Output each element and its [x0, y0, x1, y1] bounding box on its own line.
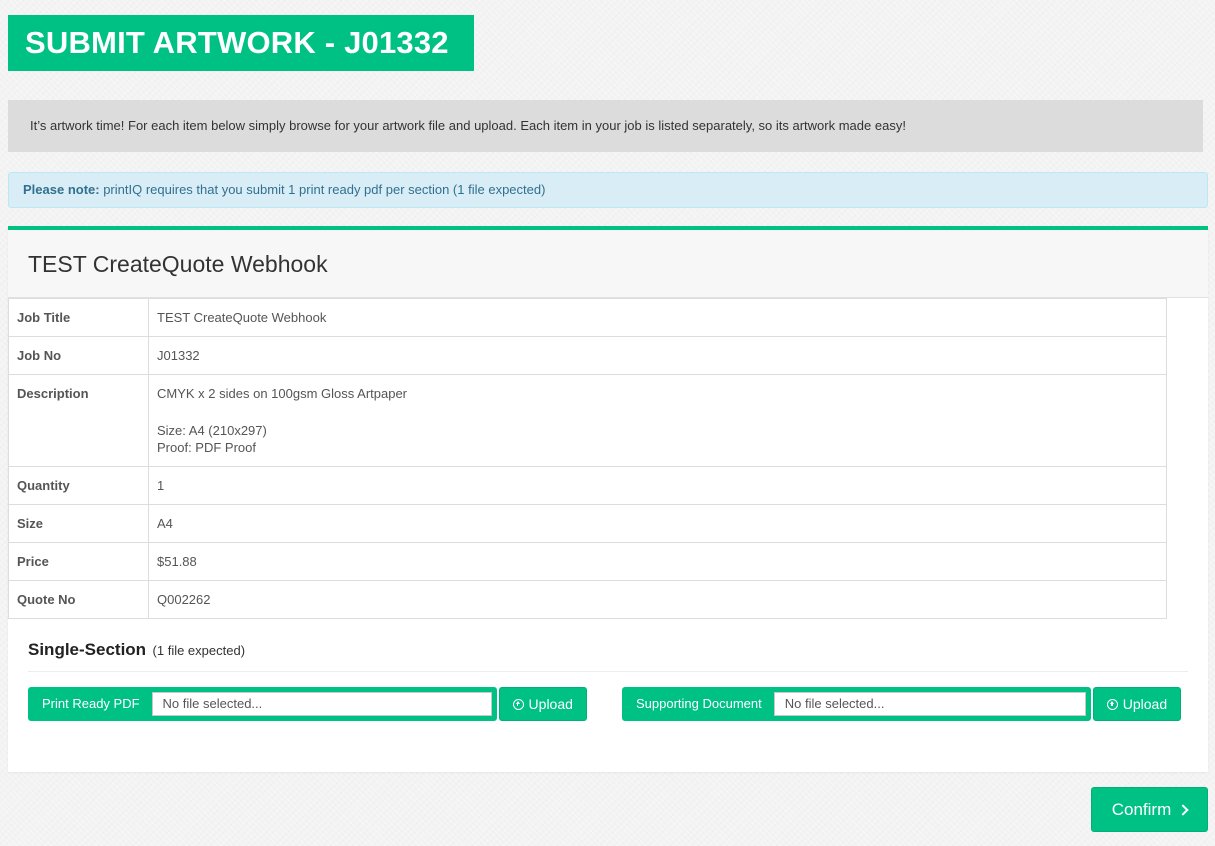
upload-button-label: Upload	[1122, 696, 1168, 712]
panel-heading: TEST CreateQuote Webhook	[8, 230, 1208, 298]
upload-icon	[512, 698, 524, 710]
table-row: Job Title TEST CreateQuote Webhook	[8, 298, 1167, 337]
confirm-button[interactable]: Confirm	[1091, 787, 1208, 832]
description-value: CMYK x 2 sides on 100gsm Gloss Artpaper …	[148, 374, 1167, 467]
job-no-label: Job No	[8, 336, 149, 375]
table-row: Price $51.88	[8, 542, 1167, 581]
quote-no-label: Quote No	[8, 580, 149, 619]
table-row: Quantity 1	[8, 466, 1167, 505]
print-ready-upload-button[interactable]: Upload	[498, 687, 587, 721]
note-text: printIQ requires that you submit 1 print…	[99, 182, 546, 197]
job-title-label: Job Title	[8, 298, 149, 337]
note-label: Please note:	[23, 182, 100, 197]
note-alert: Please note: printIQ requires that you s…	[8, 172, 1208, 208]
quantity-value: 1	[148, 466, 1167, 505]
price-value: $51.88	[148, 542, 1167, 581]
print-ready-label: Print Ready PDF	[30, 689, 152, 719]
table-row: Job No J01332	[8, 336, 1167, 375]
description-line: Proof: PDF Proof	[157, 440, 256, 455]
description-label: Description	[8, 374, 149, 467]
chevron-right-icon	[1177, 804, 1189, 816]
section-header: Single-Section (1 file expected)	[28, 640, 1188, 672]
job-details-table: Job Title TEST CreateQuote Webhook Job N…	[8, 298, 1167, 619]
table-row: Quote No Q002262	[8, 580, 1167, 619]
job-panel: TEST CreateQuote Webhook Job Title TEST …	[8, 226, 1208, 772]
supporting-upload-button[interactable]: Upload	[1092, 687, 1182, 721]
description-line: CMYK x 2 sides on 100gsm Gloss Artpaper	[157, 386, 408, 401]
table-row: Size A4	[8, 504, 1167, 543]
upload-button-label: Upload	[528, 696, 573, 712]
job-title-value: TEST CreateQuote Webhook	[148, 298, 1167, 337]
size-label: Size	[8, 504, 149, 543]
quantity-label: Quantity	[8, 466, 149, 505]
description-line: Size: A4 (210x297)	[157, 423, 267, 438]
supporting-file-picker[interactable]: Supporting Document No file selected...	[622, 687, 1091, 721]
job-no-value: J01332	[148, 336, 1167, 375]
section-subtitle: (1 file expected)	[152, 643, 246, 658]
size-value: A4	[148, 504, 1167, 543]
upload-icon	[1106, 698, 1118, 710]
supporting-upload-group: Supporting Document No file selected... …	[622, 687, 1182, 721]
print-ready-file-input[interactable]: No file selected...	[151, 692, 492, 716]
price-label: Price	[8, 542, 149, 581]
page-title: SUBMIT ARTWORK - J01332	[8, 15, 474, 71]
quote-no-value: Q002262	[148, 580, 1167, 619]
table-row: Description CMYK x 2 sides on 100gsm Glo…	[8, 374, 1167, 467]
intro-banner: It’s artwork time! For each item below s…	[8, 100, 1203, 152]
print-ready-file-picker[interactable]: Print Ready PDF No file selected...	[28, 687, 497, 721]
print-ready-upload-group: Print Ready PDF No file selected... Uplo…	[28, 687, 587, 721]
supporting-label: Supporting Document	[624, 689, 774, 719]
supporting-file-input[interactable]: No file selected...	[773, 692, 1086, 716]
section-title: Single-Section	[28, 640, 147, 659]
confirm-label: Confirm	[1111, 799, 1172, 819]
